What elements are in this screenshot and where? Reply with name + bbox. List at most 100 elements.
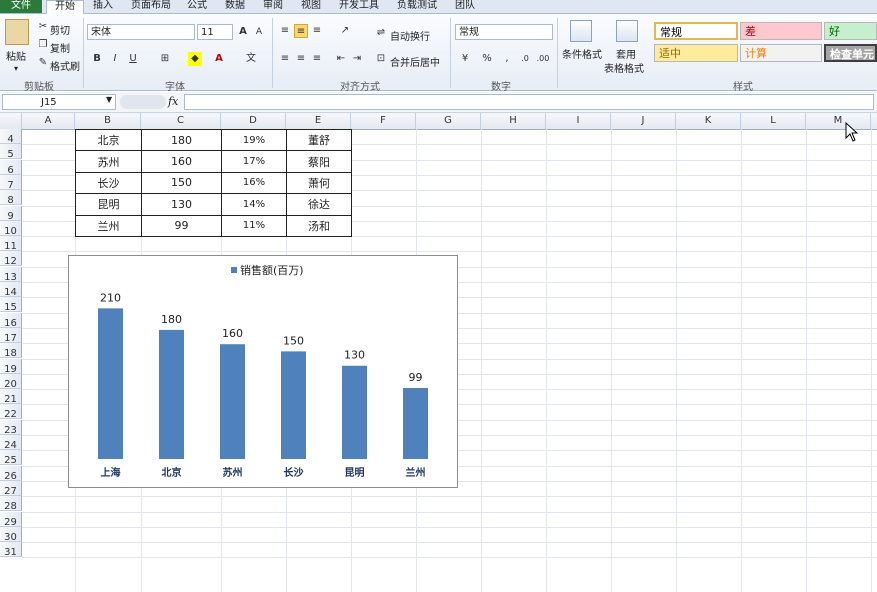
row-header[interactable]: 13 xyxy=(0,267,22,283)
orientation-icon[interactable]: ↗ xyxy=(338,24,352,38)
conditional-format-button[interactable]: 条件格式 xyxy=(562,46,602,61)
column-header[interactable]: L xyxy=(741,113,806,129)
style-good[interactable]: 好 xyxy=(824,22,877,40)
merge-center-button[interactable]: 合并后居中 xyxy=(390,54,440,69)
tab-formulas[interactable]: 公式 xyxy=(182,0,212,13)
row-header[interactable]: 4 xyxy=(0,129,22,145)
font-size-select[interactable]: 11 xyxy=(197,24,233,40)
row-header[interactable]: 18 xyxy=(0,343,22,359)
row-header[interactable]: 5 xyxy=(0,144,22,160)
column-header[interactable]: C xyxy=(141,113,221,129)
row-header[interactable]: 9 xyxy=(0,206,22,222)
paste-button[interactable]: 粘贴 xyxy=(6,48,26,63)
increase-indent-icon[interactable]: ⇥ xyxy=(350,52,364,66)
person-cell[interactable]: 董舒 xyxy=(286,128,352,152)
column-header[interactable]: E xyxy=(286,113,351,129)
decrease-indent-icon[interactable]: ⇤ xyxy=(334,52,348,66)
italic-icon[interactable]: I xyxy=(108,52,122,66)
person-cell[interactable]: 徐达 xyxy=(286,193,352,216)
insert-function-icon[interactable]: fx xyxy=(168,95,178,108)
paste-dropdown-icon[interactable]: ▾ xyxy=(14,64,18,73)
tab-review[interactable]: 审阅 xyxy=(258,0,288,13)
column-header[interactable]: H xyxy=(481,113,546,129)
font-color-icon[interactable]: A xyxy=(212,52,226,66)
name-box-dropdown-icon[interactable]: ▼ xyxy=(106,95,112,104)
tab-page-layout[interactable]: 页面布局 xyxy=(126,0,176,13)
increase-decimal-icon[interactable]: .0 xyxy=(518,52,532,66)
cut-button[interactable]: 剪切 xyxy=(50,22,70,37)
name-box[interactable]: J15 xyxy=(2,94,116,110)
tab-team[interactable]: 团队 xyxy=(450,0,480,13)
style-neutral[interactable]: 适中 xyxy=(654,44,738,62)
decrease-decimal-icon[interactable]: .00 xyxy=(536,52,550,66)
tab-data[interactable]: 数据 xyxy=(220,0,250,13)
align-left-icon[interactable]: ≡ xyxy=(278,52,292,66)
chart-bar[interactable] xyxy=(220,344,245,459)
sales-cell[interactable]: 99 xyxy=(141,214,222,237)
currency-icon[interactable]: ¥ xyxy=(458,52,472,66)
share-cell[interactable]: 11% xyxy=(221,214,287,237)
city-cell[interactable]: 苏州 xyxy=(75,150,142,173)
row-header[interactable]: 17 xyxy=(0,328,22,344)
city-cell[interactable]: 长沙 xyxy=(75,171,142,195)
row-header[interactable]: 6 xyxy=(0,160,22,176)
style-calculation[interactable]: 计算 xyxy=(740,44,822,62)
style-normal[interactable]: 常规 xyxy=(654,22,738,40)
chart-bar[interactable] xyxy=(159,329,184,459)
style-check-cell[interactable]: 检查单元 xyxy=(824,44,877,62)
tab-file[interactable]: 文件 xyxy=(0,0,42,13)
align-middle-icon[interactable]: ≡ xyxy=(294,24,308,38)
column-header[interactable]: G xyxy=(416,113,481,129)
row-header[interactable]: 31 xyxy=(0,542,22,558)
sales-bar-chart[interactable]: 销售额(百万) 210 上海 180 北京 160 苏州 150 长沙 130 昆明 99 兰州 xyxy=(68,255,458,488)
table-format-button-line2[interactable]: 表格格式 xyxy=(604,60,644,75)
phonetic-icon[interactable]: 文 xyxy=(244,52,258,66)
row-header[interactable]: 26 xyxy=(0,466,22,482)
decrease-font-icon[interactable]: A xyxy=(252,25,266,39)
align-bottom-icon[interactable]: ≡ xyxy=(310,24,324,38)
row-header[interactable]: 27 xyxy=(0,481,22,497)
wrap-text-button[interactable]: 自动换行 xyxy=(390,28,430,43)
row-header[interactable]: 30 xyxy=(0,527,22,543)
column-header[interactable]: I xyxy=(546,113,611,129)
column-header[interactable]: F xyxy=(351,113,416,129)
row-header[interactable]: 15 xyxy=(0,297,22,313)
bold-icon[interactable]: B xyxy=(90,52,104,66)
fill-color-icon[interactable]: ◆ xyxy=(188,52,202,66)
tab-load-test[interactable]: 负载测试 xyxy=(392,0,442,13)
tab-view[interactable]: 视图 xyxy=(296,0,326,13)
row-header[interactable]: 20 xyxy=(0,374,22,390)
row-header[interactable]: 25 xyxy=(0,450,22,466)
underline-icon[interactable]: U xyxy=(126,52,140,66)
share-cell[interactable]: 19% xyxy=(221,128,287,152)
row-header[interactable]: 28 xyxy=(0,496,22,512)
sales-cell[interactable]: 150 xyxy=(141,171,222,195)
city-cell[interactable]: 昆明 xyxy=(75,193,142,216)
column-header[interactable]: D xyxy=(221,113,286,129)
tab-insert[interactable]: 插入 xyxy=(88,0,118,13)
person-cell[interactable]: 蔡阳 xyxy=(286,150,352,173)
align-right-icon[interactable]: ≡ xyxy=(310,52,324,66)
tab-home[interactable]: 开始 xyxy=(46,0,84,15)
formula-input[interactable] xyxy=(184,94,874,110)
chart-bar[interactable] xyxy=(98,308,123,459)
row-header[interactable]: 7 xyxy=(0,175,22,191)
row-header[interactable]: 19 xyxy=(0,359,22,375)
person-cell[interactable]: 萧何 xyxy=(286,171,352,195)
tab-developer[interactable]: 开发工具 xyxy=(334,0,384,13)
format-painter-button[interactable]: 格式刷 xyxy=(50,58,80,73)
select-all-corner[interactable] xyxy=(0,113,22,129)
row-header[interactable]: 29 xyxy=(0,512,22,528)
border-icon[interactable]: ⊞ xyxy=(158,52,172,66)
row-header[interactable]: 11 xyxy=(0,236,22,252)
row-header[interactable]: 22 xyxy=(0,404,22,420)
person-cell[interactable]: 汤和 xyxy=(286,214,352,237)
row-header[interactable]: 8 xyxy=(0,190,22,206)
share-cell[interactable]: 16% xyxy=(221,171,287,195)
copy-button[interactable]: 复制 xyxy=(50,40,70,55)
city-cell[interactable]: 兰州 xyxy=(75,214,142,237)
row-header[interactable]: 23 xyxy=(0,420,22,436)
column-header[interactable]: M xyxy=(806,113,871,129)
style-bad[interactable]: 差 xyxy=(740,22,822,40)
comma-icon[interactable]: , xyxy=(500,52,514,66)
